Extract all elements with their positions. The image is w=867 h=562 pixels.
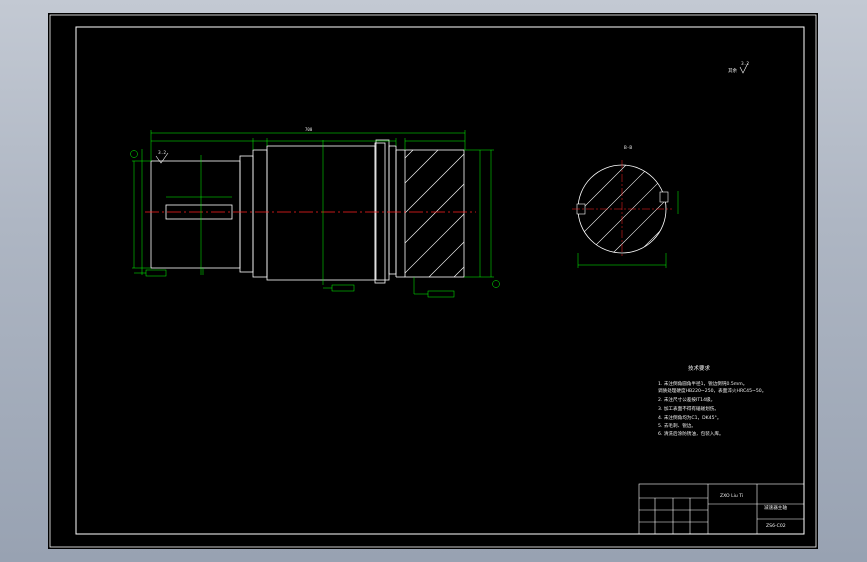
title-block-designer: ZXO Liu Ti — [720, 493, 743, 499]
shaft-outline — [150, 139, 465, 284]
diameter-dimensions — [132, 140, 494, 285]
svg-text:3.2: 3.2 — [741, 61, 749, 67]
title-block-drawing-no: ZS6-C02 — [766, 523, 786, 529]
svg-text:3.2: 3.2 — [158, 150, 166, 156]
svg-text:其余: 其余 — [728, 67, 737, 74]
inner-border — [75, 26, 805, 535]
svg-text:B-B: B-B — [624, 145, 632, 151]
corner-roughness-symbol: 其余 3.2 — [728, 61, 749, 74]
section-hatch — [404, 149, 465, 278]
svg-text:技术要求: 技术要求 — [688, 364, 711, 372]
section-view: B-B — [572, 145, 679, 268]
svg-text:6. 清洗后涂防锈油，包装入库。: 6. 清洗后涂防锈油，包装入库。 — [658, 430, 724, 437]
svg-text:700: 700 — [305, 127, 313, 132]
title-block-part-name: 减速器主轴 — [764, 504, 787, 511]
svg-text:4. 未注倒角均为C1，DK45°。: 4. 未注倒角均为C1，DK45°。 — [658, 414, 721, 421]
svg-text:3. 加工表面不得有磕碰划伤。: 3. 加工表面不得有磕碰划伤。 — [658, 405, 719, 412]
svg-text:调质处理硬度HB220~250，表面淬火HRC45~50。: 调质处理硬度HB220~250，表面淬火HRC45~50。 — [658, 387, 766, 394]
overall-length-dimension: 700 — [150, 127, 466, 161]
drawing-sheet: 其余 3.2 700 3.2 B-B 技术要求 1. 未注倒角圆角半径1，锐边倒… — [48, 13, 818, 549]
tolerance-frames — [134, 269, 455, 298]
outer-border — [49, 14, 817, 548]
cad-drawing: 其余 3.2 700 3.2 B-B 技术要求 1. 未注倒角圆角半径1，锐边倒… — [49, 14, 817, 548]
svg-text:5. 去毛刺、锐边。: 5. 去毛刺、锐边。 — [658, 422, 696, 429]
svg-text:2. 未注尺寸公差按IT14级。: 2. 未注尺寸公差按IT14级。 — [658, 396, 715, 403]
technical-notes: 技术要求 1. 未注倒角圆角半径1，锐边倒钝0.5mm。 调质处理硬度HB220… — [658, 364, 766, 437]
svg-text:1. 未注倒角圆角半径1，锐边倒钝0.5mm。: 1. 未注倒角圆角半径1，锐边倒钝0.5mm。 — [658, 380, 747, 387]
segment-dimensions — [151, 138, 465, 198]
